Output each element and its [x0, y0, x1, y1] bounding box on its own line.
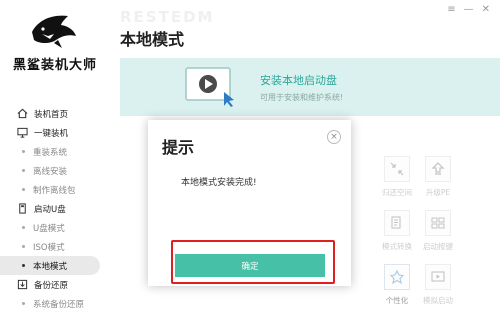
banner-subtitle: 可用于安装和维护系统!	[260, 93, 344, 102]
tool-label: 模拟启动	[423, 296, 453, 305]
sidebar-item-backup-restore[interactable]: 备份还原	[0, 275, 110, 294]
bullet-dot	[22, 226, 25, 229]
sidebar-nav: 装机首页 一键装机 重装系统 离线安装 制作离线包 启动U盘 U盘模式 ISO模…	[0, 104, 110, 313]
tool-label: 启动按键	[423, 242, 453, 251]
backup-icon	[16, 279, 28, 291]
confirm-button[interactable]: 确定	[175, 254, 325, 277]
play-monitor-icon	[185, 67, 234, 107]
install-local-boot-banner[interactable]: 安装本地启动盘 可用于安装和维护系统!	[120, 58, 500, 116]
page-title: 本地模式	[120, 30, 185, 49]
tool-label: 升级PE	[425, 188, 451, 197]
header-watermark-text: RESTEDM	[120, 8, 215, 26]
keys-icon	[425, 210, 451, 236]
sidebar-item-label: 本地模式	[33, 261, 68, 272]
sidebar-item-label: 备份还原	[34, 280, 69, 291]
bullet-dot	[22, 245, 25, 248]
window-controls: ≡ — ✕	[447, 4, 490, 15]
bullet-dot	[22, 264, 25, 267]
sidebar-item-make-offline-package[interactable]: 制作离线包	[0, 180, 110, 199]
personalize-icon	[384, 264, 410, 290]
dialog-title: 提示	[162, 138, 195, 157]
sidebar: 黑鲨装机大师 装机首页 一键装机 重装系统 离线安装 制作离线包 启动U盘 U盘…	[0, 0, 110, 323]
tool-boot-keys[interactable]: 启动按键	[408, 210, 468, 260]
monitor-icon	[16, 127, 28, 139]
sidebar-item-iso-mode[interactable]: ISO模式	[0, 237, 110, 256]
sidebar-item-label: 离线安装	[33, 166, 68, 177]
banner-title: 安装本地启动盘	[260, 74, 337, 87]
minimize-icon[interactable]: —	[464, 4, 474, 15]
notice-dialog: 提示 × 本地模式安装完成! 确定	[148, 120, 351, 286]
home-icon	[16, 108, 28, 120]
sidebar-item-local-mode[interactable]: 本地模式	[0, 256, 100, 275]
menu-icon[interactable]: ≡	[447, 4, 455, 15]
close-icon[interactable]: ✕	[482, 4, 490, 15]
sidebar-item-offline-install[interactable]: 离线安装	[0, 161, 110, 180]
sidebar-item-boot-usb[interactable]: 启动U盘	[0, 199, 110, 218]
sidebar-item-label: 启动U盘	[34, 204, 66, 215]
sidebar-item-home[interactable]: 装机首页	[0, 104, 110, 123]
tool-upgrade-pe[interactable]: 升级PE	[408, 156, 468, 206]
simulate-icon	[425, 264, 451, 290]
sidebar-item-one-click-install[interactable]: 一键装机	[0, 123, 110, 142]
usb-icon	[16, 203, 28, 215]
sidebar-item-system-backup[interactable]: 系统备份还原	[0, 294, 110, 313]
brand-name: 黑鲨装机大师	[12, 58, 97, 73]
sidebar-item-label: ISO模式	[33, 242, 65, 253]
sidebar-item-label: 一键装机	[34, 128, 69, 139]
sidebar-item-label: U盘模式	[33, 223, 65, 234]
bullet-dot	[22, 302, 25, 305]
dialog-close-icon[interactable]: ×	[327, 130, 341, 144]
sidebar-item-label: 装机首页	[34, 109, 69, 120]
sidebar-item-label: 重装系统	[33, 147, 68, 158]
convert-icon	[384, 210, 410, 236]
sidebar-item-reinstall[interactable]: 重装系统	[0, 142, 110, 161]
shrink-icon	[384, 156, 410, 182]
bullet-dot	[22, 169, 25, 172]
sidebar-item-label: 制作离线包	[33, 185, 76, 196]
dialog-message: 本地模式安装完成!	[181, 178, 257, 188]
sidebar-item-label: 系统备份还原	[33, 299, 85, 310]
sidebar-item-usb-mode[interactable]: U盘模式	[0, 218, 110, 237]
tool-simulate-boot[interactable]: 模拟启动	[408, 264, 468, 314]
bullet-dot	[22, 150, 25, 153]
shark-logo-icon	[32, 15, 76, 48]
upgrade-icon	[425, 156, 451, 182]
bullet-dot	[22, 188, 25, 191]
